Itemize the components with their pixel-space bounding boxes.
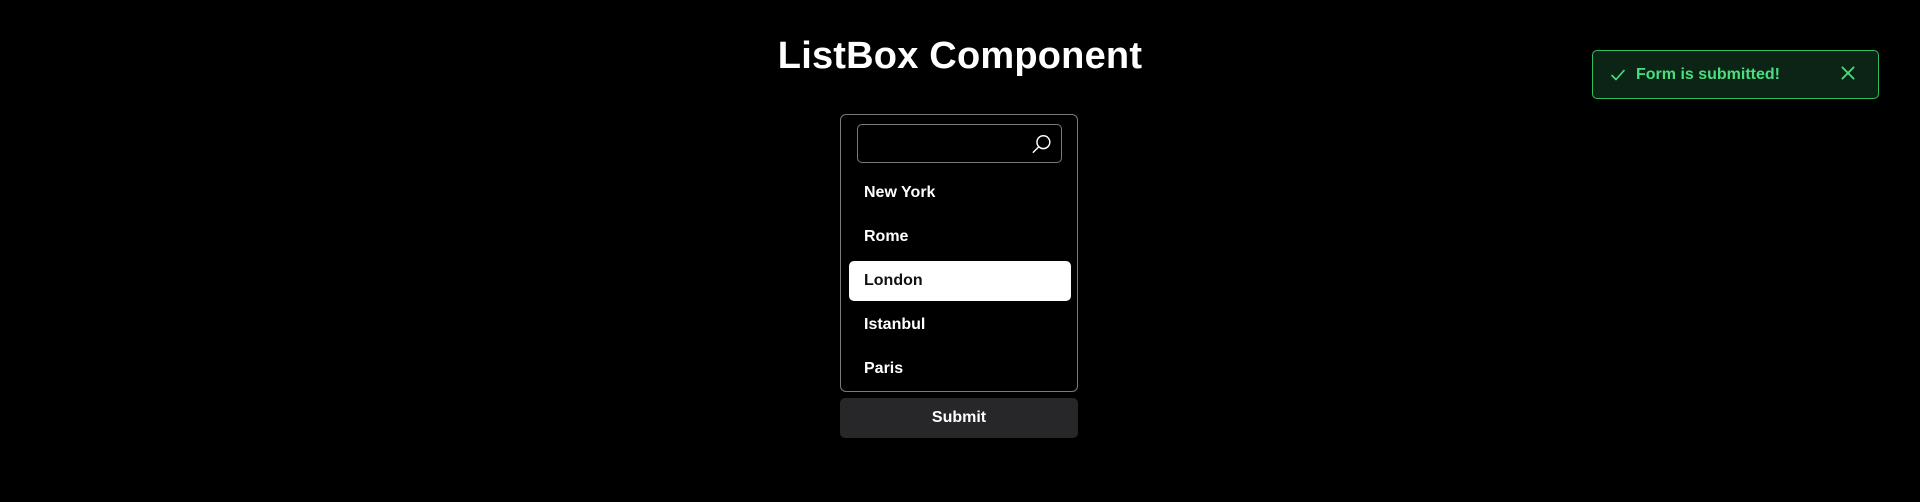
listbox-option-istanbul[interactable]: Istanbul	[849, 305, 1071, 345]
toast-message: Form is submitted!	[1636, 66, 1781, 83]
search-input[interactable]	[858, 125, 1028, 162]
check-icon	[1611, 69, 1625, 81]
page: ListBox Component New York Rome London I…	[0, 0, 1920, 502]
listbox-option-london[interactable]: London	[849, 261, 1071, 301]
listbox: New York Rome London Istanbul Paris	[840, 114, 1078, 392]
search-field	[857, 124, 1062, 163]
listbox-options: New York Rome London Istanbul Paris	[849, 173, 1071, 393]
search-icon	[1032, 135, 1051, 153]
listbox-option-rome[interactable]: Rome	[849, 217, 1071, 257]
listbox-option-new-york[interactable]: New York	[849, 173, 1071, 213]
success-toast: Form is submitted!	[1592, 50, 1879, 99]
close-icon[interactable]	[1839, 64, 1857, 82]
submit-button[interactable]: Submit	[840, 398, 1078, 438]
listbox-option-paris[interactable]: Paris	[849, 349, 1071, 389]
